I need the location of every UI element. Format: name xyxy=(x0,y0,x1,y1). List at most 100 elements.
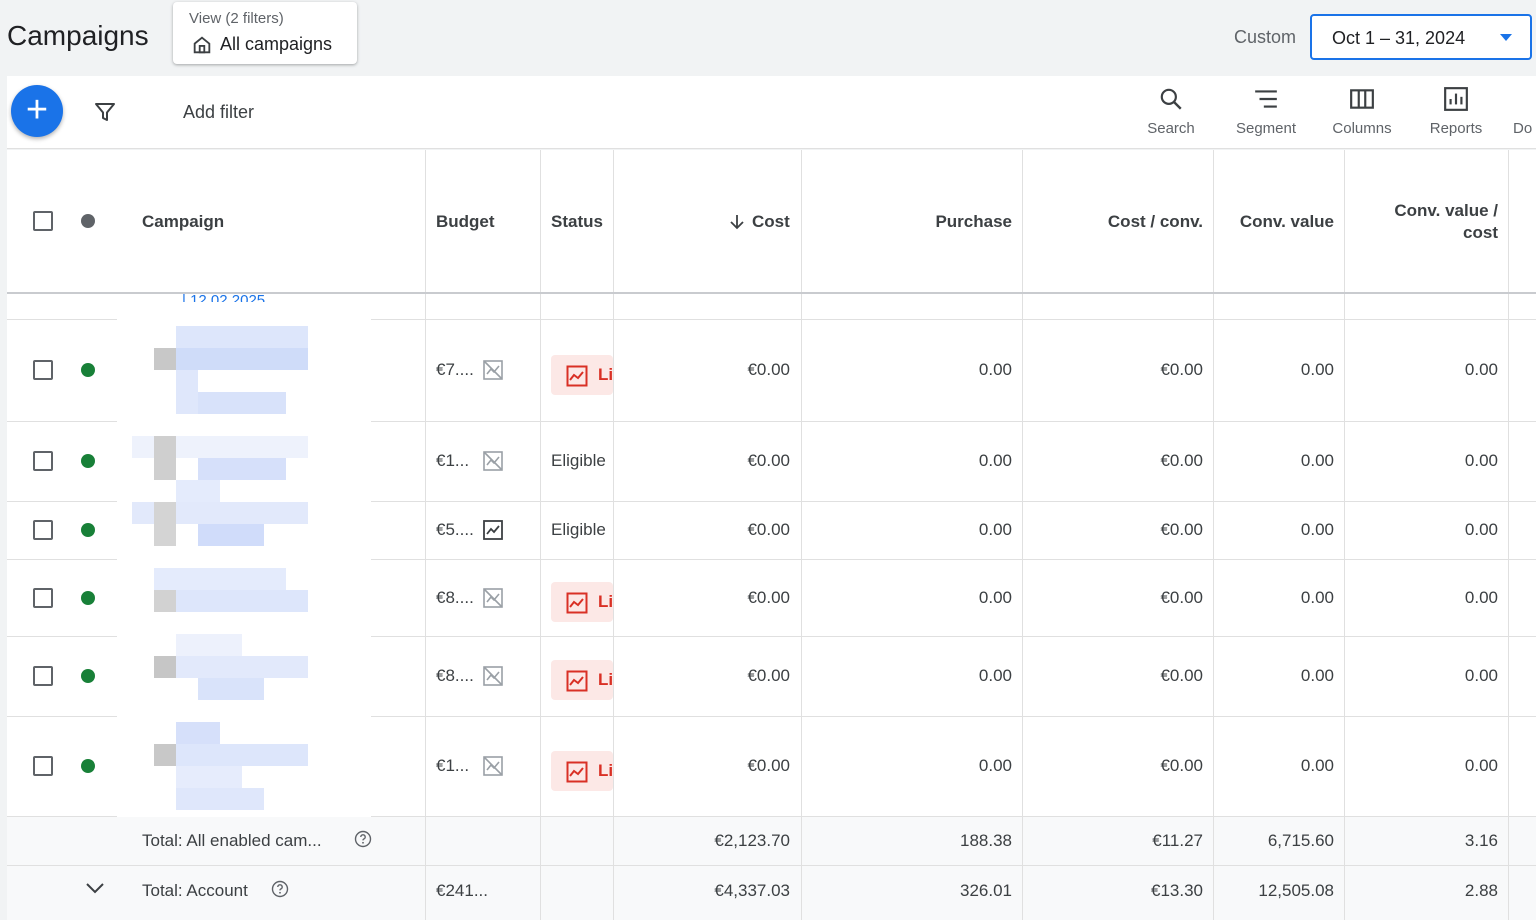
cost-value: €0.00 xyxy=(747,360,790,379)
date-preset-label: Custom xyxy=(1234,27,1297,47)
help-icon[interactable] xyxy=(354,830,372,848)
budget-chart-off-icon[interactable] xyxy=(482,587,504,609)
columns-tool-button[interactable]: Columns xyxy=(1327,86,1397,146)
redaction-block xyxy=(176,722,220,744)
column-header-cost[interactable]: Cost xyxy=(752,212,790,232)
column-divider xyxy=(1508,866,1509,920)
new-campaign-button[interactable]: + xyxy=(11,85,63,137)
column-header-conv-value-cost[interactable]: Conv. value / cost xyxy=(1394,201,1498,243)
status-header-dot xyxy=(81,214,95,228)
column-divider xyxy=(1344,817,1345,865)
conv-value-cost-value: 0.00 xyxy=(1464,588,1498,607)
column-header-purchase[interactable]: Purchase xyxy=(935,212,1012,232)
cost-per-conv-value: €0.00 xyxy=(1160,520,1203,539)
cost-per-conv-value: €0.00 xyxy=(1160,756,1203,775)
conv-value-cost-value: 0.00 xyxy=(1464,360,1498,379)
chevron-down-icon[interactable] xyxy=(83,876,107,900)
top-header: Campaigns View (2 filters) All campaigns… xyxy=(0,0,1536,74)
redacted-campaign-name[interactable] xyxy=(132,502,308,546)
redacted-campaign-name[interactable] xyxy=(132,634,308,700)
column-divider xyxy=(1213,866,1214,920)
cost-value: €0.00 xyxy=(747,756,790,775)
budget-chart-off-icon[interactable] xyxy=(482,665,504,687)
column-divider xyxy=(1022,866,1023,920)
cost-value: €0.00 xyxy=(747,451,790,470)
redaction-block xyxy=(176,788,264,810)
status-limited-label: Li xyxy=(598,670,613,689)
budget-value: €1... xyxy=(436,451,470,470)
redaction-block xyxy=(198,524,264,546)
redaction-block xyxy=(198,392,286,414)
status-limited-badge[interactable]: Li xyxy=(551,582,613,622)
enabled-status-dot xyxy=(81,759,95,773)
sort-descending-icon[interactable] xyxy=(729,213,745,231)
redaction-block xyxy=(154,744,176,766)
enabled-status-dot xyxy=(81,669,95,683)
row-checkbox[interactable] xyxy=(33,360,53,380)
total-account-purchase: 326.01 xyxy=(960,881,1012,900)
conv-value-value: 0.00 xyxy=(1300,588,1334,607)
redacted-campaign-name[interactable] xyxy=(132,568,308,612)
row-checkbox[interactable] xyxy=(33,666,53,686)
download-tool-button[interactable]: Do xyxy=(1513,86,1536,146)
total-account-cost-per-conv: €13.30 xyxy=(1151,881,1203,900)
conv-value-value: 0.00 xyxy=(1300,756,1334,775)
column-divider xyxy=(1213,817,1214,865)
total-enabled-conv-value-cost: 3.16 xyxy=(1464,831,1498,850)
column-header-budget[interactable]: Budget xyxy=(436,212,495,232)
segment-tool-button[interactable]: Segment xyxy=(1231,86,1301,146)
redaction-block xyxy=(198,678,264,700)
status-limited-badge[interactable]: Li xyxy=(551,660,613,700)
date-range-picker[interactable]: Oct 1 – 31, 2024 xyxy=(1310,14,1532,60)
view-selector[interactable]: View (2 filters) All campaigns xyxy=(173,2,357,64)
conv-value-value: 0.00 xyxy=(1300,360,1334,379)
limited-chart-icon xyxy=(566,365,588,387)
redaction-block xyxy=(176,766,242,788)
cost-per-conv-value: €0.00 xyxy=(1160,588,1203,607)
conv-value-value: 0.00 xyxy=(1300,520,1334,539)
conv-value-cost-value: 0.00 xyxy=(1464,451,1498,470)
budget-chart-off-icon[interactable] xyxy=(482,755,504,777)
column-divider xyxy=(540,150,541,920)
help-icon[interactable] xyxy=(271,880,289,898)
column-header-status[interactable]: Status xyxy=(551,212,603,232)
status-limited-badge[interactable]: Li xyxy=(551,751,613,791)
limited-chart-icon xyxy=(566,670,588,692)
search-tool-button[interactable]: Search xyxy=(1141,86,1201,146)
reports-tool-button[interactable]: Reports xyxy=(1423,86,1489,146)
purchase-value: 0.00 xyxy=(978,520,1012,539)
column-header-conv-value[interactable]: Conv. value xyxy=(1240,212,1334,232)
column-header-conv-value-cost-line1: Conv. value / xyxy=(1394,201,1498,220)
status-limited-badge[interactable]: Li xyxy=(551,355,613,395)
enabled-status-dot xyxy=(81,591,95,605)
redacted-campaign-name[interactable] xyxy=(132,436,308,502)
budget-chart-off-icon[interactable] xyxy=(482,450,504,472)
redacted-campaign-name[interactable] xyxy=(132,722,308,810)
redacted-campaign-name[interactable] xyxy=(132,326,308,414)
row-checkbox[interactable] xyxy=(33,756,53,776)
total-account-label: Total: Account xyxy=(142,881,248,900)
add-filter-button[interactable]: Add filter xyxy=(183,102,254,123)
column-header-campaign[interactable]: Campaign xyxy=(142,212,224,232)
purchase-value: 0.00 xyxy=(978,756,1012,775)
filter-icon[interactable] xyxy=(93,100,117,124)
column-divider xyxy=(1508,150,1509,920)
column-header-cost-per-conv[interactable]: Cost / conv. xyxy=(1108,212,1203,232)
budget-chart-icon[interactable] xyxy=(482,519,504,541)
purchase-value: 0.00 xyxy=(978,360,1012,379)
row-checkbox[interactable] xyxy=(33,588,53,608)
row-checkbox[interactable] xyxy=(33,520,53,540)
row-checkbox[interactable] xyxy=(33,451,53,471)
status-limited-label: Li xyxy=(598,761,613,780)
select-all-checkbox[interactable] xyxy=(33,211,53,231)
conv-value-cost-value: 0.00 xyxy=(1464,666,1498,685)
redaction-block xyxy=(154,744,308,766)
budget-value: €5.... xyxy=(436,520,474,539)
total-account-budget: €241... xyxy=(436,881,488,900)
cost-per-conv-value: €0.00 xyxy=(1160,451,1203,470)
column-divider xyxy=(1344,866,1345,920)
cost-per-conv-value: €0.00 xyxy=(1160,360,1203,379)
budget-chart-off-icon[interactable] xyxy=(482,359,504,381)
segment-icon xyxy=(1255,90,1277,108)
column-divider xyxy=(1213,150,1214,920)
